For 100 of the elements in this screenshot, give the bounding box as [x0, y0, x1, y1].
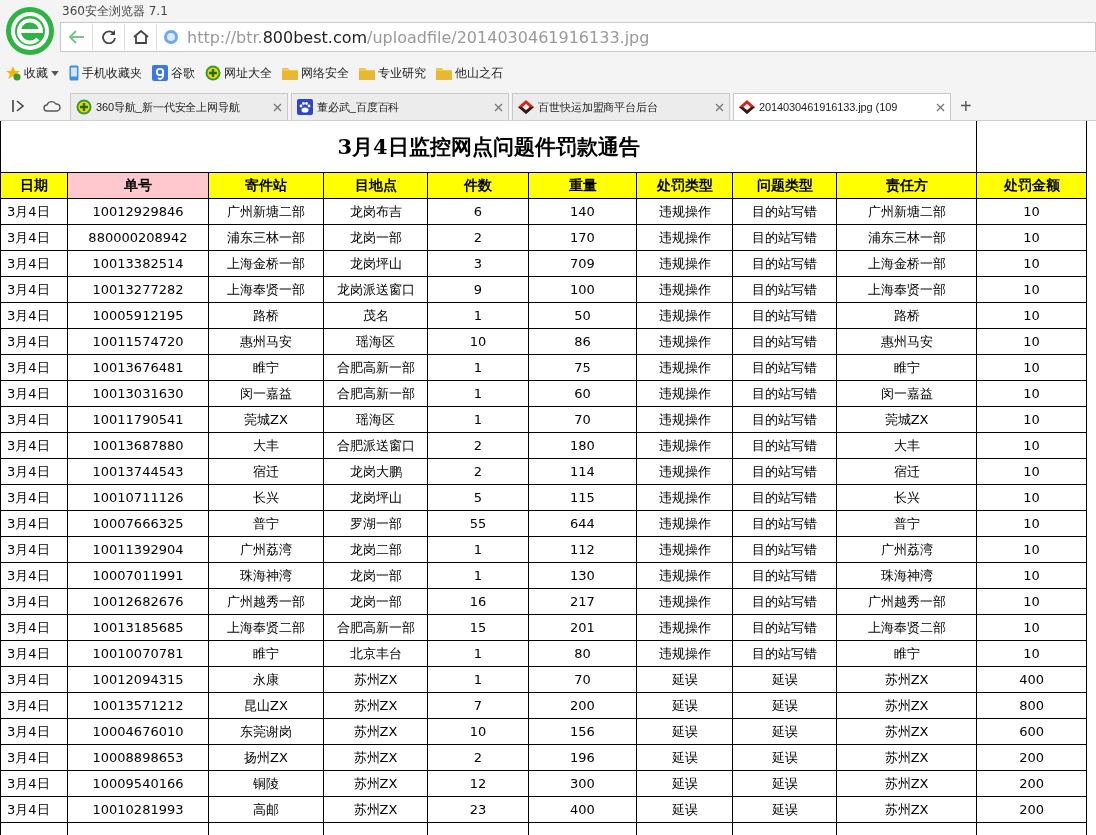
table-cell: 10012094315 [67, 666, 209, 693]
table-cell: 1 [427, 354, 529, 381]
table-cell: 延误 [732, 692, 837, 719]
table-cell: 10008898653 [67, 744, 209, 771]
table-cell: 浦东三林一部 [208, 224, 324, 251]
close-icon[interactable] [715, 102, 724, 112]
table-cell: 睢宁 [836, 640, 977, 667]
column-header: 处罚金额 [976, 172, 1087, 199]
table-cell: 10013687880 [67, 432, 209, 459]
phone-icon [69, 65, 79, 81]
table-cell: 10 [976, 198, 1087, 225]
table-cell: 合肥高新一部 [323, 614, 428, 641]
table-cell: 延误 [732, 744, 837, 771]
table-cell: 罗湖一部 [323, 510, 428, 537]
star-icon [5, 65, 21, 81]
table-cell: 睢宁 [836, 354, 977, 381]
column-header: 单号 [67, 172, 209, 199]
table-cell: 644 [528, 510, 637, 537]
table-cell: 10013382514 [67, 250, 209, 277]
table-cell: 10007011991 [67, 562, 209, 589]
column-header: 处罚类型 [636, 172, 733, 199]
table-cell: 3月4日 [0, 354, 68, 381]
table-cell: 上海奉贤一部 [836, 276, 977, 303]
table-cell: 3月4日 [0, 744, 68, 771]
table-cell: 10 [976, 380, 1087, 407]
table-cell: 目的站写错 [732, 614, 837, 641]
bookmark[interactable]: 网址大全 [205, 64, 272, 82]
column-header: 责任方 [836, 172, 977, 199]
table-cell: 违规操作 [636, 354, 733, 381]
table-cell: 2 [427, 432, 529, 459]
table-cell: 3月4日 [0, 432, 68, 459]
table-cell: 宿迁 [836, 458, 977, 485]
table-cell: 3月4日 [0, 614, 68, 641]
table-cell: 10004676010 [67, 718, 209, 745]
table-cell: 10013031630 [67, 380, 209, 407]
new-tab-button[interactable]: + [954, 93, 978, 120]
table-cell: 目的站写错 [732, 484, 837, 511]
close-icon[interactable] [494, 102, 503, 112]
browser-tab[interactable]: 360导航_新一代安全上网导航 [70, 93, 288, 120]
close-icon[interactable] [936, 102, 945, 112]
table-cell: 130 [528, 562, 637, 589]
bookmark[interactable]: 手机收藏夹 [69, 64, 142, 82]
browser-tab[interactable]: 董必武_百度百科 [291, 93, 509, 120]
table-cell: 140 [528, 198, 637, 225]
table-cell: 300 [528, 770, 637, 797]
bookmark[interactable]: 他山之石 [436, 64, 503, 82]
table-cell: 苏州ZX [836, 666, 977, 693]
table-cell: 10 [427, 718, 529, 745]
table-cell: 违规操作 [636, 536, 733, 563]
folder-icon [282, 66, 298, 80]
browser-tab[interactable]: 百世快运加盟商平台后台 [512, 93, 730, 120]
table-cell: 珠海神湾 [208, 562, 324, 589]
table-cell: 3月4日 [0, 250, 68, 277]
table-cell: 目的站写错 [732, 328, 837, 355]
table-cell: 10013571212 [67, 692, 209, 719]
table-cell: 10 [976, 510, 1087, 537]
diamond-icon [518, 100, 534, 114]
table-cell: 5 [427, 484, 529, 511]
table-cell: 普宁 [836, 510, 977, 537]
bookmark[interactable]: 收藏 [5, 64, 59, 82]
table-cell: 70 [528, 406, 637, 433]
table-cell: 400 [976, 666, 1087, 693]
paw-icon [297, 99, 313, 115]
table-cell: 路桥 [836, 302, 977, 329]
table-cell: 1 [427, 666, 529, 693]
table-cell: 10011574720 [67, 328, 209, 355]
table-cell: 大丰 [836, 432, 977, 459]
table-cell: 200 [976, 770, 1087, 797]
table-cell: 6 [427, 198, 529, 225]
table-cell: 扬州ZX [208, 744, 324, 771]
table-cell: 10010070781 [67, 640, 209, 667]
plus-icon [205, 65, 221, 81]
table-cell: 延误 [732, 718, 837, 745]
table-cell: 10010711126 [67, 484, 209, 511]
table-cell: 3月4日 [0, 510, 68, 537]
table-cell: 23 [427, 796, 529, 823]
table-cell: 闵一嘉益 [836, 380, 977, 407]
table-cell: 东莞谢岗 [208, 718, 324, 745]
table-cell: 延误 [732, 796, 837, 823]
table-cell: 10011392904 [67, 536, 209, 563]
table-cell: 高邮 [208, 796, 324, 823]
bookmark[interactable]: 谷歌 [152, 64, 195, 82]
browser-tab[interactable]: 2014030461916133.jpg (109 [733, 93, 951, 120]
table-cell: 违规操作 [636, 432, 733, 459]
table-cell: 上海奉贤二部 [208, 614, 324, 641]
bookmark[interactable]: 专业研究 [359, 64, 426, 82]
table-cell: 3月4日 [0, 276, 68, 303]
google-icon [152, 65, 168, 81]
table-cell: 70 [528, 666, 637, 693]
table-cell: 10010281993 [67, 796, 209, 823]
close-icon[interactable] [273, 102, 282, 112]
table-cell: 目的站写错 [732, 510, 837, 537]
table-cell: 12 [427, 770, 529, 797]
table-cell: 86 [528, 328, 637, 355]
table-cell: 龙岗布吉 [323, 198, 428, 225]
table-cell: 违规操作 [636, 588, 733, 615]
table-cell: 10 [976, 640, 1087, 667]
caret-icon[interactable] [51, 70, 59, 76]
table-cell: 10013185685 [67, 614, 209, 641]
bookmark[interactable]: 网络安全 [282, 64, 349, 82]
